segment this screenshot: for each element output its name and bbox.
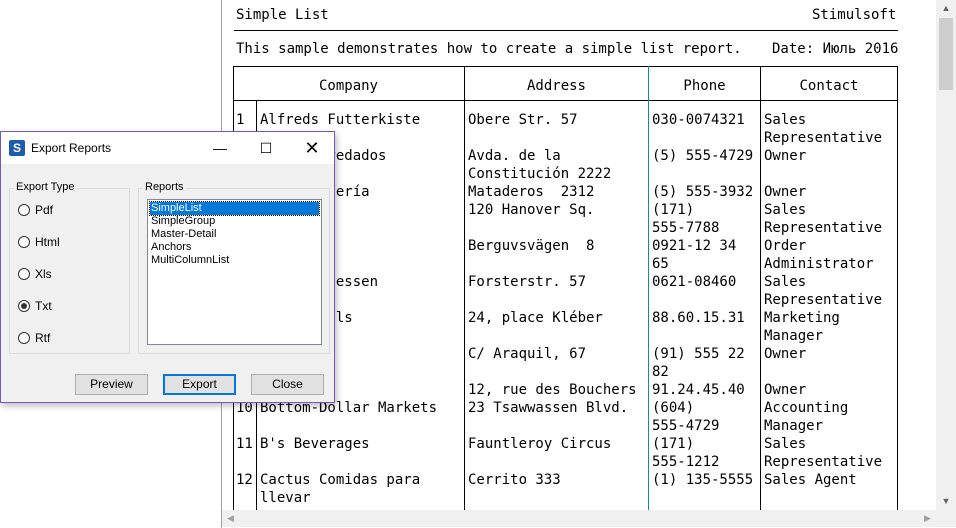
header-bottom-border — [233, 100, 898, 101]
column-header-company: Company — [318, 78, 378, 94]
cell-address: Fauntleroy Circus — [468, 436, 612, 452]
row-number: 12 — [236, 472, 253, 488]
scroll-left-icon[interactable]: ◀ — [222, 510, 239, 527]
cell-phone: 0921-12 34 65 — [652, 238, 737, 272]
close-icon[interactable]: ✕ — [289, 132, 335, 164]
cell-contact: Owner — [764, 148, 807, 164]
horizontal-scrollbar[interactable]: ◀ ▶ — [222, 510, 936, 527]
radio-label: Xls — [35, 267, 52, 281]
cell-address: Mataderos 2312 — [468, 184, 595, 200]
table-right-border — [897, 66, 898, 516]
report-list-item[interactable]: SimpleList — [149, 201, 320, 216]
scroll-right-icon[interactable]: ▶ — [919, 510, 936, 527]
cell-address: 120 Hanover Sq. — [468, 202, 595, 218]
radio-circle-icon[interactable] — [18, 268, 30, 280]
report-list-item[interactable]: MultiColumnList — [150, 254, 319, 267]
cell-contact: Owner — [764, 184, 807, 200]
radio-circle-icon[interactable] — [18, 236, 30, 248]
reports-group: Reports SimpleList SimpleGroup Master-Deta… — [138, 181, 330, 354]
cell-phone: (171) 555-1212 — [652, 436, 720, 470]
cell-company: Alfreds Futterkiste — [260, 112, 421, 128]
cell-contact: Owner — [764, 346, 807, 362]
radio-label: Rtf — [35, 331, 51, 345]
cell-phone: (171) 555-7788 — [652, 202, 720, 236]
cell-contact: Sales Representative — [764, 274, 883, 308]
cell-address: 23 Tsawwassen Blvd. — [468, 400, 629, 416]
radio-circle-icon[interactable] — [18, 300, 30, 312]
scroll-down-icon[interactable]: ▼ — [936, 493, 956, 510]
cell-contact: Sales Representative — [764, 202, 883, 236]
report-list-item[interactable]: Anchors — [150, 241, 319, 254]
title-divider — [234, 30, 898, 31]
cell-contact: Sales Representative — [764, 112, 883, 146]
close-button[interactable]: Close — [251, 374, 324, 395]
radio-circle-icon[interactable] — [18, 332, 30, 344]
reports-listbox[interactable]: SimpleList SimpleGroup Master-Detail Anchor… — [147, 199, 322, 345]
stimulsoft-s-icon: S — [9, 140, 25, 156]
cell-contact: Sales Agent — [764, 472, 857, 488]
report-description: This sample demonstrates how to create a… — [236, 41, 742, 57]
cell-company: B's Beverages — [260, 436, 370, 452]
cell-phone: (1) 135-5555 — [652, 472, 754, 488]
maximize-icon[interactable]: ☐ — [243, 132, 289, 164]
cell-address: Avda. de la Constitución 2222 — [468, 148, 612, 182]
cell-company: Cactus Comidas para llevar — [260, 472, 421, 506]
cell-address: C/ Araquil, 67 — [468, 346, 587, 362]
cell-contact: Sales Representative — [764, 436, 883, 470]
dialog-titlebar[interactable]: S Export Reports — ☐ ✕ — [1, 132, 334, 164]
export-type-label: Export Type — [14, 181, 77, 193]
cell-phone: 88.60.15.31 — [652, 310, 745, 326]
minimize-icon[interactable]: — — [197, 132, 243, 164]
export-type-group: Export Type Pdf Html Xls Txt Rtf — [9, 181, 130, 354]
cell-contact: Accounting Manager — [764, 400, 849, 434]
radio-label: Txt — [35, 299, 52, 313]
cell-contact: Owner — [764, 382, 807, 398]
report-list-item[interactable]: SimpleGroup — [150, 215, 319, 228]
reports-label: Reports — [143, 181, 186, 193]
report-date: Date: Июль 2016 — [772, 41, 899, 57]
table-top-border — [233, 66, 898, 67]
vertical-scrollbar[interactable]: ▲ ▼ — [936, 0, 956, 510]
export-button[interactable]: Export — [163, 374, 236, 395]
report-brand: Stimulsoft — [812, 7, 897, 23]
cell-phone: 91.24.45.40 — [652, 382, 745, 398]
report-list-item[interactable]: Master-Detail — [150, 228, 319, 241]
scroll-thumb[interactable] — [939, 18, 953, 90]
dialog-title: Export Reports — [31, 141, 112, 155]
cell-contact: Marketing Manager — [764, 310, 840, 344]
radio-label: Pdf — [35, 203, 54, 217]
cell-address: 12, rue des Bouchers — [468, 382, 637, 398]
scrollbar-corner — [936, 510, 956, 527]
row-number: 11 — [236, 436, 253, 452]
column-header-address: Address — [526, 78, 586, 94]
cell-phone: 030-0074321 — [652, 112, 745, 128]
export-reports-dialog: S Export Reports — ☐ ✕ Export Type Pdf Ht… — [0, 131, 335, 403]
cell-address: Berguvsvägen 8 — [468, 238, 595, 254]
report-title: Simple List — [236, 7, 329, 23]
column-divider — [464, 66, 465, 516]
preview-button[interactable]: Preview — [75, 374, 148, 395]
cell-phone: (91) 555 22 82 — [652, 346, 745, 380]
cell-address: 24, place Kléber — [468, 310, 603, 326]
cell-contact: Order Administrator — [764, 238, 874, 272]
radio-label: Html — [35, 235, 60, 249]
row-number: 1 — [236, 112, 245, 128]
column-divider — [760, 66, 761, 516]
radio-circle-icon[interactable] — [18, 204, 30, 216]
cell-phone: 0621-08460 — [652, 274, 737, 290]
scroll-up-icon[interactable]: ▲ — [936, 0, 956, 17]
cell-phone: (5) 555-3932 — [652, 184, 754, 200]
cell-phone: (5) 555-4729 — [652, 148, 754, 164]
cell-address: Cerrito 333 — [468, 472, 561, 488]
column-header-contact: Contact — [799, 78, 859, 94]
cell-address: Forsterstr. 57 — [468, 274, 587, 290]
column-divider — [648, 66, 649, 516]
cell-phone: (604) 555-4729 — [652, 400, 720, 434]
cell-address: Obere Str. 57 — [468, 112, 578, 128]
column-header-phone: Phone — [683, 78, 726, 94]
